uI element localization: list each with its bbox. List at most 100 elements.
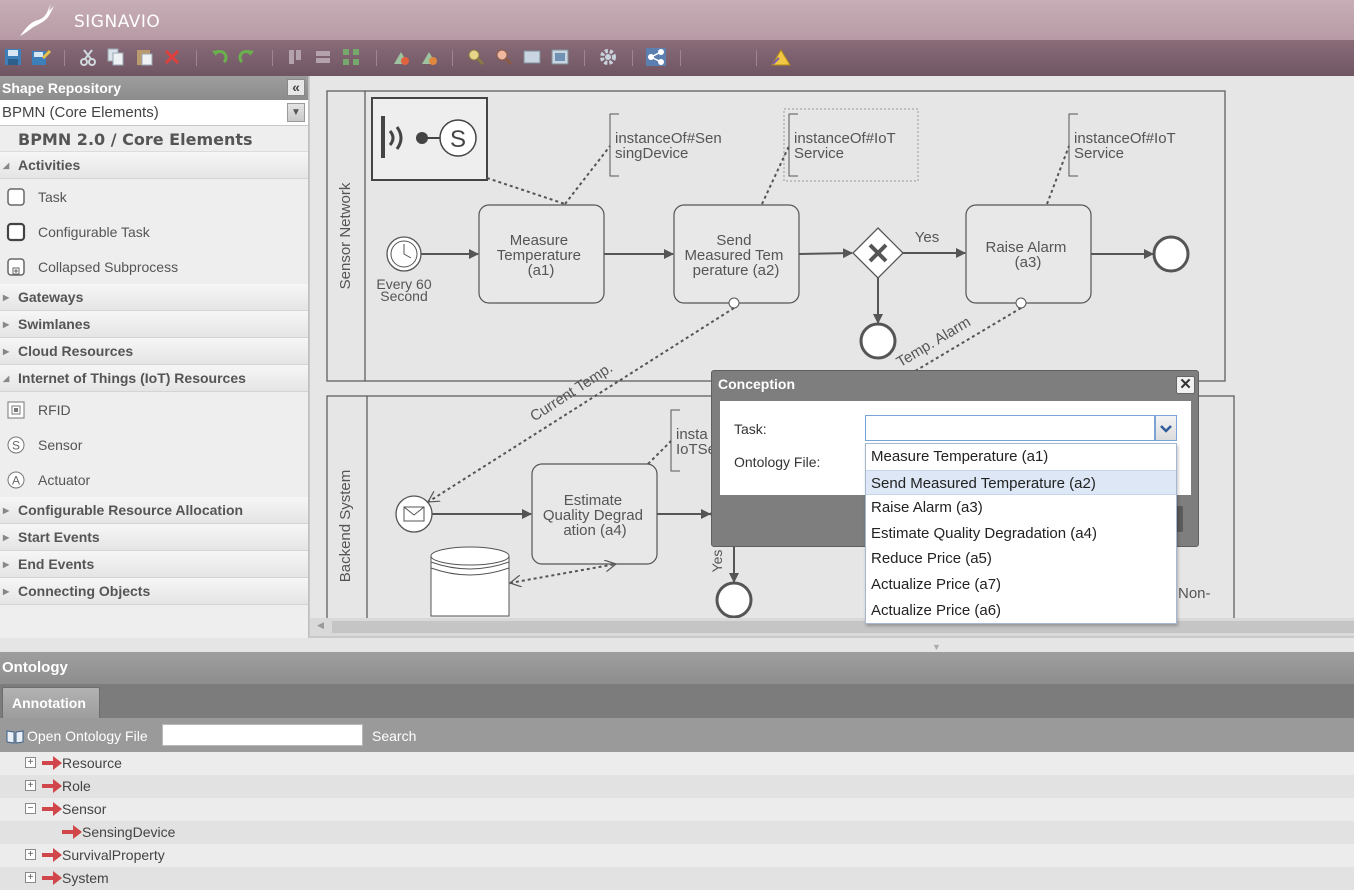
tree-row[interactable]: + Resource: [0, 752, 1354, 775]
task-measure-temperature[interactable]: Measure Temperature (a1): [478, 204, 605, 304]
search-button[interactable]: Search: [372, 728, 416, 744]
shape-task[interactable]: Task: [0, 179, 308, 214]
shape-label: Actuator: [38, 472, 91, 488]
horizontal-scrollbar[interactable]: ◀: [310, 618, 1354, 636]
tree-row[interactable]: SensingDevice: [0, 821, 1354, 844]
tree-row[interactable]: + SurvivalProperty: [0, 844, 1354, 867]
svg-text:A: A: [12, 474, 20, 488]
annotation-iot-service-2[interactable]: instanceOf#IoT Service: [1074, 130, 1176, 162]
collapsed-triangle-icon: ▶: [3, 587, 10, 596]
save-as-icon[interactable]: [31, 48, 51, 68]
category-gateways[interactable]: ▶ Gateways: [0, 284, 308, 311]
shape-rfid[interactable]: RFID: [0, 392, 308, 427]
share-icon[interactable]: [646, 48, 666, 68]
category-connecting-objects[interactable]: ▶ Connecting Objects: [0, 578, 308, 605]
exclusive-gateway[interactable]: [852, 227, 904, 279]
distribute-icon[interactable]: [314, 48, 334, 68]
tree-row[interactable]: − Sensor: [0, 798, 1354, 821]
category-swimlanes[interactable]: ▶ Swimlanes: [0, 311, 308, 338]
settings-icon[interactable]: [599, 48, 619, 68]
category-label: Activities: [18, 157, 81, 173]
category-end-events[interactable]: ▶ End Events: [0, 551, 308, 578]
zoom-in-icon[interactable]: [467, 48, 487, 68]
tree-node-label: Role: [62, 778, 91, 794]
category-iot-resources[interactable]: ◢ Internet of Things (IoT) Resources: [0, 365, 308, 392]
class-arrow-icon: [42, 871, 62, 885]
ontology-toolbar: Open Ontology File Search: [0, 718, 1354, 752]
expand-icon[interactable]: +: [25, 757, 36, 768]
category-label: Gateways: [18, 289, 84, 305]
annotation-sensing-device[interactable]: instanceOf#Sen singDevice: [615, 130, 722, 162]
annotation-iot-service[interactable]: instanceOf#IoT Service: [794, 130, 896, 162]
dropdown-option[interactable]: Reduce Price (a5): [866, 546, 1176, 572]
collapsed-triangle-icon: ▶: [3, 533, 10, 542]
zoom-standard-icon[interactable]: [523, 48, 543, 68]
arrange-icon[interactable]: [342, 48, 362, 68]
dropdown-option[interactable]: Actualize Price (a6): [866, 598, 1176, 624]
shape-label: Collapsed Subprocess: [38, 259, 179, 275]
chevron-down-icon[interactable]: ▼: [287, 103, 305, 122]
splitter-grip-icon[interactable]: ▼: [932, 642, 941, 652]
end-event[interactable]: [859, 322, 897, 360]
tree-row[interactable]: + Role: [0, 775, 1354, 798]
sensor-resource[interactable]: S: [371, 97, 488, 181]
shape-collapsed-subprocess[interactable]: Collapsed Subprocess: [0, 249, 308, 284]
message-start-event[interactable]: [395, 495, 433, 533]
scroll-left-icon[interactable]: ◀: [317, 620, 324, 631]
category-configurable-resource-allocation[interactable]: ▶ Configurable Resource Allocation: [0, 497, 308, 524]
category-label: Cloud Resources: [18, 343, 134, 359]
end-event[interactable]: [715, 581, 753, 618]
stencil-set-select[interactable]: BPMN (Core Elements) ▼: [0, 100, 308, 126]
data-store[interactable]: [430, 546, 510, 617]
shape-sensor[interactable]: S Sensor: [0, 427, 308, 462]
expand-icon[interactable]: +: [25, 849, 36, 860]
open-ontology-file-button[interactable]: Open Ontology File: [6, 728, 148, 744]
end-event[interactable]: [1152, 235, 1190, 273]
delete-icon[interactable]: [163, 48, 183, 68]
dropdown-option[interactable]: Estimate Quality Degradation (a4): [866, 521, 1176, 547]
dropdown-option-highlighted[interactable]: Send Measured Temperature (a2): [866, 469, 1176, 496]
copy-icon[interactable]: [107, 48, 127, 68]
ontology-file-label: Ontology File:: [734, 454, 821, 470]
warning-icon[interactable]: [771, 48, 791, 68]
ontology-search-input[interactable]: [162, 724, 363, 746]
actuator-icon: A: [7, 471, 25, 489]
undo-icon[interactable]: [210, 48, 230, 68]
dropdown-option[interactable]: Measure Temperature (a1): [866, 444, 1176, 470]
timer-start-event[interactable]: [386, 236, 422, 272]
category-label: Internet of Things (IoT) Resources: [18, 370, 246, 386]
category-activities[interactable]: ◢ Activities: [0, 152, 308, 179]
shape-label: Configurable Task: [38, 224, 150, 240]
shape-configurable-task[interactable]: Configurable Task: [0, 214, 308, 249]
tab-annotation[interactable]: Annotation: [2, 687, 100, 718]
expand-icon[interactable]: +: [25, 872, 36, 883]
task-combobox-input[interactable]: [865, 415, 1155, 441]
task-raise-alarm[interactable]: Raise Alarm (a3): [965, 204, 1092, 309]
dropdown-option[interactable]: Actualize Price (a7): [866, 572, 1176, 598]
add-docker-icon[interactable]: [392, 48, 412, 68]
category-start-events[interactable]: ▶ Start Events: [0, 524, 308, 551]
zoom-fit-icon[interactable]: [551, 48, 571, 68]
task-estimate-quality-degradation[interactable]: Estimate Quality Degrad ation (a4): [531, 463, 658, 565]
collapse-icon[interactable]: −: [25, 803, 36, 814]
expand-icon[interactable]: +: [25, 780, 36, 791]
zoom-out-icon[interactable]: [495, 48, 515, 68]
task-dropdown-button[interactable]: [1155, 415, 1177, 441]
redo-icon[interactable]: [238, 48, 258, 68]
tree-row[interactable]: + System: [0, 867, 1354, 890]
close-icon[interactable]: ✕: [1176, 376, 1195, 394]
shape-repository-header: Shape Repository «: [0, 76, 308, 100]
dropdown-option[interactable]: Raise Alarm (a3): [866, 495, 1176, 521]
task-send-measured-temperature[interactable]: Send Measured Tem perature (a2): [673, 204, 800, 309]
panel-splitter[interactable]: ▼: [0, 638, 1354, 652]
category-cloud-resources[interactable]: ▶ Cloud Resources: [0, 338, 308, 365]
cut-icon[interactable]: [79, 48, 99, 68]
save-icon[interactable]: [4, 48, 24, 68]
collapse-panel-button[interactable]: «: [287, 79, 305, 96]
shape-actuator[interactable]: A Actuator: [0, 462, 308, 497]
remove-docker-icon[interactable]: [420, 48, 440, 68]
scrollbar-thumb[interactable]: [332, 621, 1354, 633]
toolbar-separator: [272, 50, 273, 66]
paste-icon[interactable]: [135, 48, 155, 68]
align-icon[interactable]: [286, 48, 306, 68]
